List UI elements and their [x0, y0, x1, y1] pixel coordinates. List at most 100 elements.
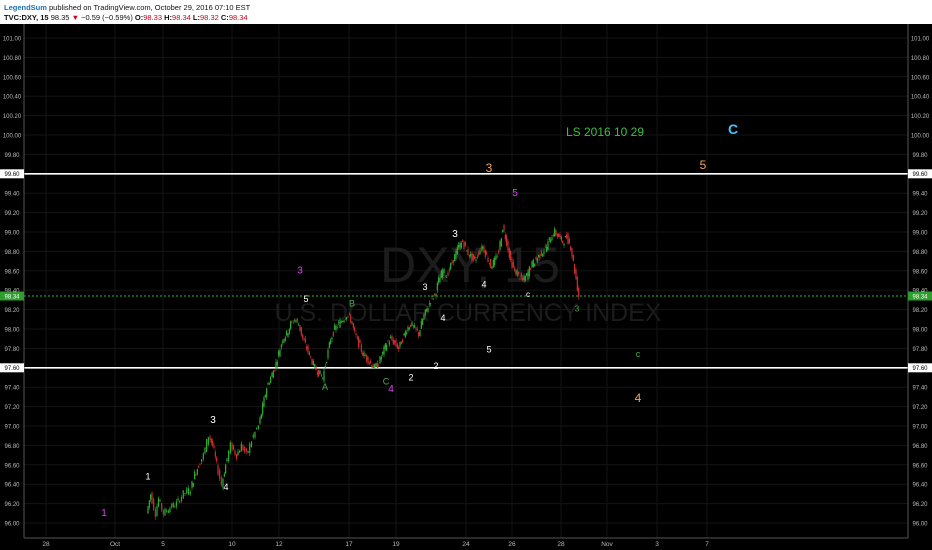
price-tick-right: 100.80: [911, 56, 930, 62]
candle-body: [464, 241, 466, 246]
candle-body: [307, 345, 309, 353]
candle-body: [527, 271, 529, 280]
wave-label[interactable]: 3: [422, 282, 427, 292]
wave-label[interactable]: 3: [210, 415, 216, 426]
candle-body: [311, 359, 313, 365]
candle-body: [559, 234, 561, 238]
candle-body: [548, 237, 550, 240]
candle-body: [391, 335, 393, 341]
price-tick-left: 100.40: [3, 95, 22, 101]
candle-body: [206, 439, 208, 452]
candle-body: [342, 321, 344, 323]
candle-body: [428, 303, 430, 305]
candle-body: [406, 332, 408, 334]
level-label-left: 97.60: [4, 366, 20, 372]
wave-label[interactable]: 3: [575, 305, 580, 314]
wave-label[interactable]: C: [728, 121, 738, 137]
wave-label[interactable]: B: [349, 299, 355, 309]
candle-body: [534, 263, 536, 267]
candle-body: [316, 372, 318, 375]
candle-body: [354, 327, 356, 331]
wave-label[interactable]: LS 2016 10 29: [566, 125, 644, 139]
candle-body: [249, 443, 251, 454]
candle-body: [484, 249, 486, 257]
wave-label[interactable]: 2: [433, 361, 438, 371]
candle-body: [362, 353, 364, 356]
price-tick-right: 96.00: [912, 522, 928, 528]
candle-body: [518, 271, 520, 274]
wave-label[interactable]: 5: [700, 158, 707, 172]
candle-body: [315, 366, 317, 371]
candle-body: [340, 321, 342, 323]
candle-body: [151, 492, 153, 504]
time-tick: 10: [228, 541, 236, 548]
candle-body: [448, 268, 450, 271]
wave-label[interactable]: 4: [223, 482, 228, 492]
wave-label[interactable]: 4: [481, 279, 486, 289]
wave-label[interactable]: 1: [145, 471, 150, 481]
candle-body: [288, 328, 290, 334]
candle-body: [331, 337, 333, 340]
candles: [147, 223, 580, 520]
candle-body: [504, 234, 506, 240]
candle-body: [351, 321, 353, 325]
time-axis[interactable]: 28 Oct 5 10 12 17 19 24 26 28 Nov 3 7: [42, 541, 709, 548]
candle-body: [247, 450, 249, 453]
price-tick-right: 100.60: [911, 75, 930, 81]
candle-body: [380, 357, 382, 360]
candle-body: [184, 493, 186, 494]
candle-body: [275, 361, 277, 369]
candle-body: [540, 250, 542, 256]
price-chart[interactable]: DXY, 15 U.S. DOLLAR CURRENCY INDEX 11353…: [0, 0, 932, 550]
candle-body: [383, 346, 385, 355]
candle-body: [225, 464, 227, 474]
wave-label[interactable]: 4: [388, 384, 394, 395]
candle-body: [355, 333, 357, 336]
candle-body: [515, 270, 517, 275]
candle-body: [375, 363, 377, 367]
candle-body: [268, 383, 270, 385]
candle-body: [466, 250, 468, 252]
wave-label[interactable]: A: [322, 382, 328, 392]
wave-label[interactable]: 5: [303, 294, 308, 304]
candle-body: [187, 487, 190, 495]
candle-body: [572, 255, 574, 261]
candle-body: [214, 451, 216, 457]
price-tick-right: 99.80: [912, 153, 928, 159]
wave-label[interactable]: c: [526, 290, 530, 299]
candle-body: [299, 324, 301, 331]
wave-label[interactable]: 5: [486, 344, 491, 354]
candle-body: [366, 354, 368, 361]
candle-body: [570, 246, 572, 250]
wave-label[interactable]: 1: [101, 508, 107, 519]
price-tick-right: 98.20: [912, 308, 928, 314]
wave-label[interactable]: 4: [440, 313, 445, 323]
candle-body: [207, 437, 209, 445]
wave-label[interactable]: 5: [512, 188, 518, 199]
wave-label[interactable]: 3: [486, 161, 493, 175]
price-tick-left: 96.00: [4, 522, 20, 528]
wave-label[interactable]: c: [636, 349, 641, 359]
candle-body: [403, 333, 405, 336]
time-tick: 24: [462, 541, 470, 548]
wave-label[interactable]: 2: [408, 372, 413, 382]
wave-label[interactable]: 3: [452, 229, 458, 240]
watermark-name: U.S. DOLLAR CURRENCY INDEX: [274, 299, 661, 327]
price-tick-right: 98.00: [912, 328, 928, 334]
candle-body: [511, 258, 513, 269]
candle-body: [440, 270, 442, 278]
price-tick-left: 97.20: [4, 405, 20, 411]
candle-body: [189, 491, 191, 494]
candle-body: [348, 313, 350, 315]
candle-body: [210, 438, 212, 443]
candle-body: [147, 506, 149, 514]
wave-label[interactable]: 4: [635, 391, 642, 405]
candle-body: [392, 339, 394, 345]
wave-label[interactable]: 3: [297, 266, 303, 277]
candle-body: [424, 309, 426, 315]
price-tick-right: 97.80: [912, 347, 928, 353]
candle-body: [488, 263, 490, 265]
candle-body: [384, 343, 386, 349]
candle-body: [282, 341, 284, 343]
candle-body: [560, 236, 562, 240]
